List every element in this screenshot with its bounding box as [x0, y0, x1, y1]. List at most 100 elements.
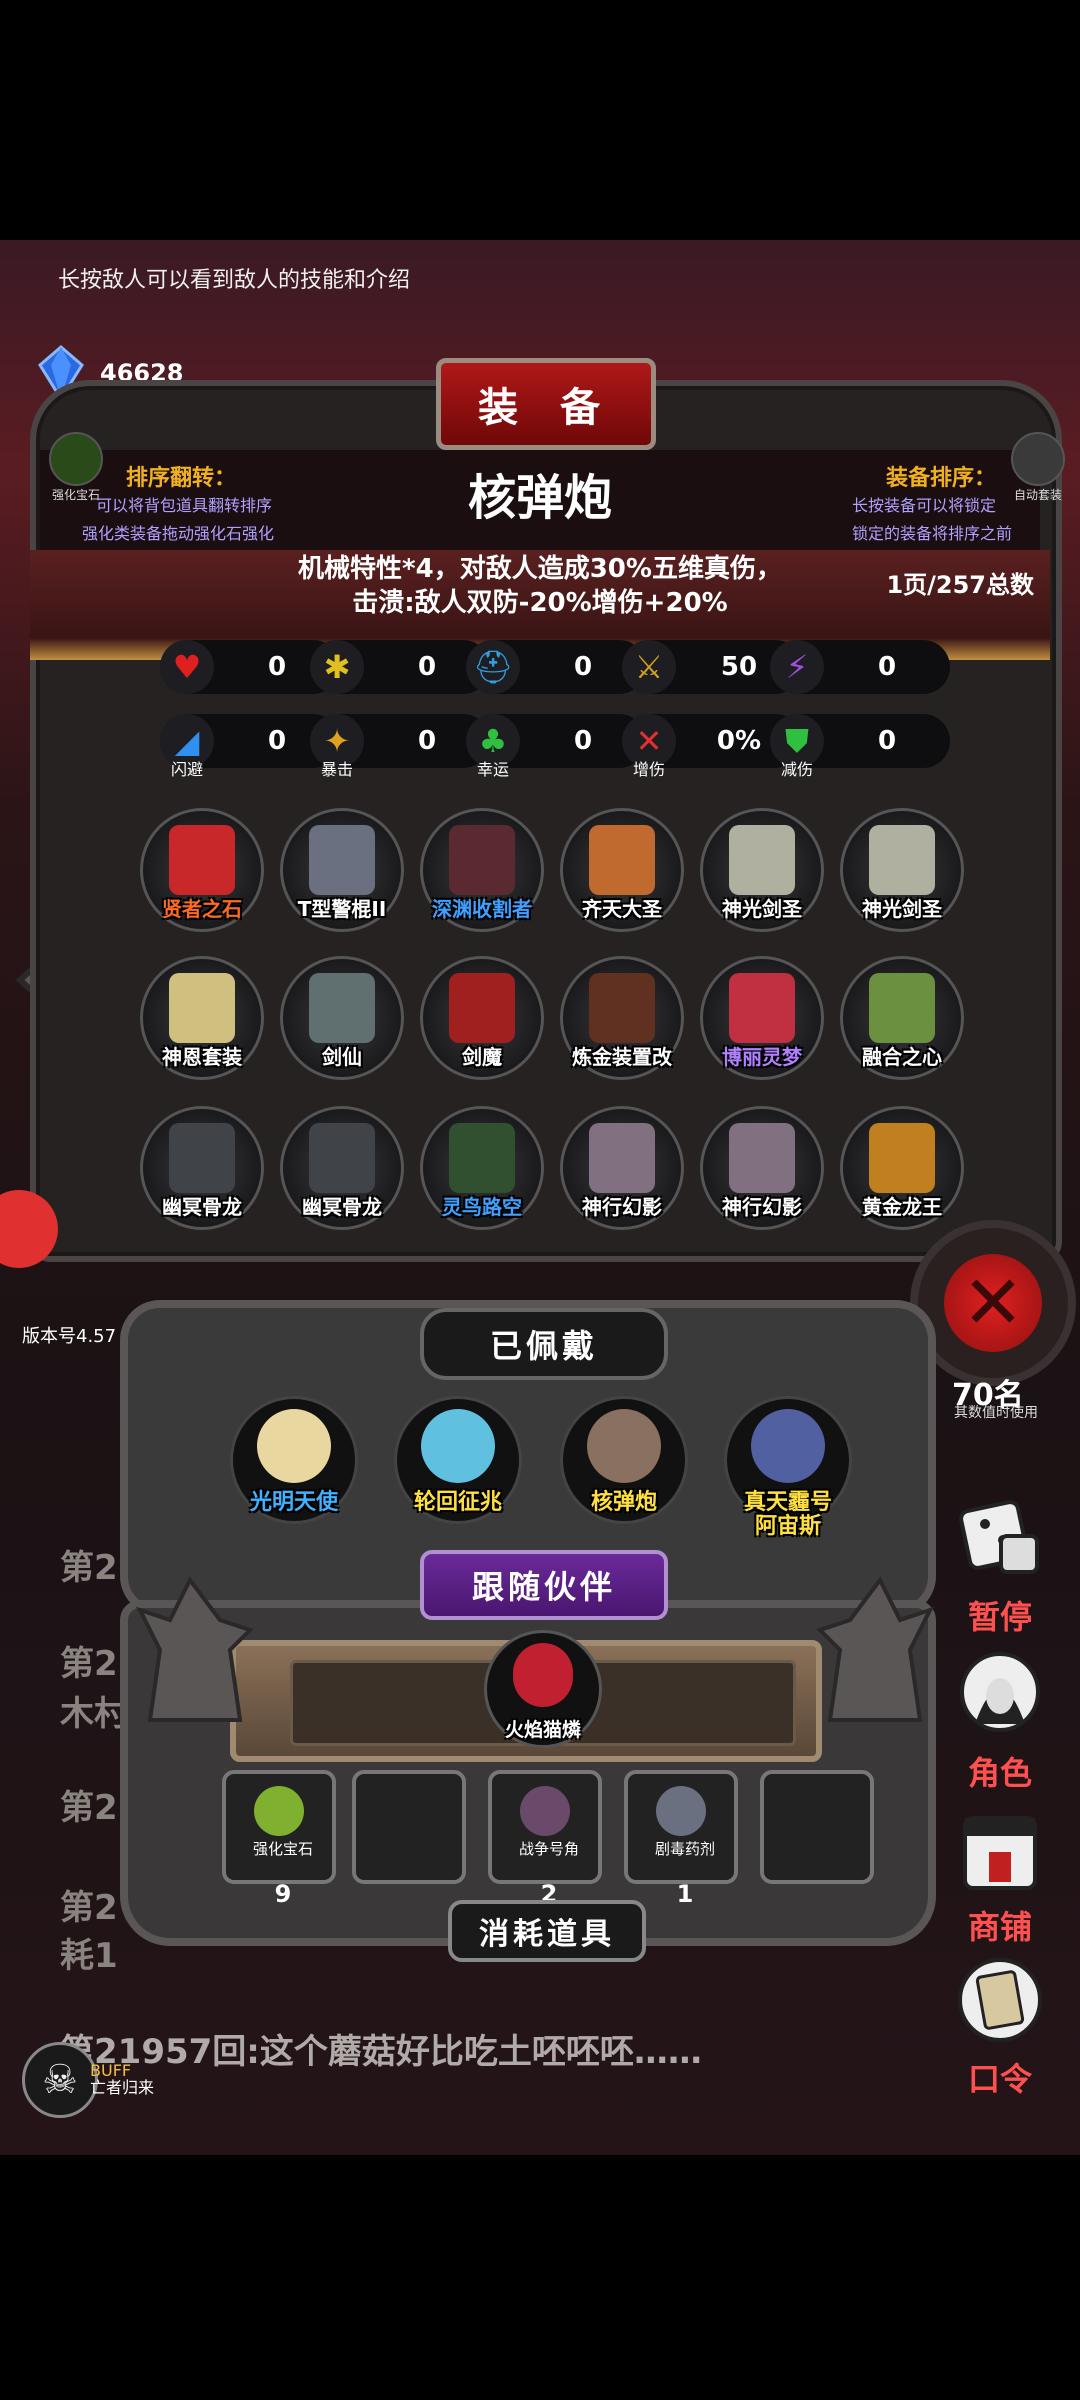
inventory-slot[interactable]: 神恩套装: [140, 956, 264, 1080]
inventory-slot[interactable]: 灵鸟路空: [420, 1106, 544, 1230]
buff-title: BUFF: [90, 2061, 132, 2080]
consumable-name: 剧毒药剂: [654, 1840, 715, 1858]
item-name: 博丽灵梦: [722, 1045, 802, 1069]
item-name: 神行幻影: [582, 1195, 662, 1219]
scroll-icon: [958, 1958, 1042, 2042]
version-label: 版本号4.57: [22, 1326, 117, 1347]
item-art: [589, 825, 655, 895]
equipped-slot[interactable]: 核弹炮: [560, 1396, 688, 1524]
consumable-qty: 9: [274, 1880, 292, 1908]
consumable-art: [520, 1786, 570, 1836]
inventory-slot[interactable]: 神行幻影: [560, 1106, 684, 1230]
inventory-slot[interactable]: 齐天大圣: [560, 808, 684, 932]
equipped-name: 真天霾号 阿宙斯: [743, 1490, 832, 1539]
dice-icon: [959, 1500, 1039, 1574]
item-art: [309, 973, 375, 1043]
stat-crit: ✦ 暴击 0: [310, 714, 490, 779]
shop-button[interactable]: 商铺: [938, 1798, 1062, 1948]
equipped-name: 光明天使: [249, 1490, 338, 1515]
item-name: 炼金装置改: [572, 1045, 672, 1069]
stat-damage-reduction: ⛊ 减伤 0: [770, 714, 950, 779]
inventory-slot[interactable]: 融合之心: [840, 956, 964, 1080]
inventory-slot[interactable]: 神行幻影: [700, 1106, 824, 1230]
companion-portrait: [513, 1643, 573, 1707]
item-art: [449, 825, 515, 895]
inventory-slot[interactable]: 神光剑圣: [700, 808, 824, 932]
clover-icon: ♣ 幸运: [466, 714, 520, 779]
crossed-swords-icon: ✕ 增伤: [622, 714, 676, 779]
log-line: 第21957回:这个蘑菇好比吃土呸呸呸……: [60, 2032, 702, 2072]
buff-text: BUFF 亡者归来: [90, 2062, 154, 2096]
item-art: [869, 825, 935, 895]
stat-luck: ♣ 幸运 0: [466, 714, 646, 779]
stat-luck-label: 幸运: [476, 760, 509, 779]
item-art: [449, 973, 515, 1043]
inventory-slot[interactable]: 炼金装置改: [560, 956, 684, 1080]
consumable-name: 强化宝石: [252, 1840, 313, 1858]
consumable-name: 战争号角: [518, 1840, 579, 1858]
log-line: 第2: [60, 1888, 118, 1928]
stat-defense: ⛑ 0: [466, 640, 646, 694]
equipped-title: 已佩戴: [420, 1308, 668, 1380]
consumable-qty: 1: [676, 1880, 694, 1908]
equipped-art: [421, 1409, 495, 1483]
log-line: 耗1: [60, 1936, 118, 1976]
inventory-slot[interactable]: 贤者之石: [140, 808, 264, 932]
equipped-name: 轮回征兆: [413, 1490, 502, 1515]
dragon-statue-right: [816, 1576, 934, 1722]
inventory-slot[interactable]: 幽冥骨龙: [140, 1106, 264, 1230]
inventory-slot[interactable]: 神光剑圣: [840, 808, 964, 932]
companion-slot[interactable]: 火焰猫燐: [484, 1630, 602, 1748]
item-name: 齐天大圣: [582, 897, 662, 921]
inventory-slot[interactable]: 博丽灵梦: [700, 956, 824, 1080]
item-art: [729, 973, 795, 1043]
inventory-slot[interactable]: T型警棍II: [280, 808, 404, 932]
stat-speed-value: 0: [877, 652, 897, 682]
equipped-slot[interactable]: 光明天使: [230, 1396, 358, 1524]
inventory-slot[interactable]: 幽冥骨龙: [280, 1106, 404, 1230]
inventory-slot[interactable]: 黄金龙王: [840, 1106, 964, 1230]
consumable-slot[interactable]: [352, 1770, 466, 1884]
stat-damage-bonus-label: 增伤: [632, 760, 665, 779]
item-art: [589, 1123, 655, 1193]
item-art: [309, 825, 375, 895]
shop-icon: [963, 1816, 1037, 1890]
pause-label: 暂停: [967, 1598, 1032, 1636]
buff-button[interactable]: ☠: [22, 2042, 98, 2118]
inventory-slot[interactable]: 深渊收割者: [420, 808, 544, 932]
log-line: 木村: [60, 1694, 128, 1734]
stat-damage-reduction-label: 减伤: [780, 760, 813, 779]
pause-button[interactable]: 暂停: [938, 1488, 1062, 1638]
item-name: 神恩套装: [162, 1045, 242, 1069]
consumable-slot[interactable]: [760, 1770, 874, 1884]
consumable-slot[interactable]: 强化宝石 9: [222, 1770, 336, 1908]
hint-text: 长按敌人可以看到敌人的技能和介绍: [58, 268, 411, 293]
equipped-slot[interactable]: 轮回征兆: [394, 1396, 522, 1524]
item-art: [169, 825, 235, 895]
inventory-slot[interactable]: 剑仙: [280, 956, 404, 1080]
character-button[interactable]: 角色: [938, 1644, 1062, 1794]
code-button[interactable]: 口令: [938, 1950, 1062, 2100]
item-name: 剑仙: [322, 1045, 362, 1069]
heart-icon: ♥: [160, 640, 214, 694]
equipped-art: [257, 1409, 331, 1483]
hooded-figure-icon: [960, 1652, 1040, 1732]
consumable-art: [254, 1786, 304, 1836]
dragon-statue-left: [136, 1576, 254, 1722]
equipped-slot[interactable]: 真天霾号 阿宙斯: [724, 1396, 852, 1539]
item-name: 贤者之石: [162, 897, 242, 921]
consumable-slot[interactable]: 战争号角 2: [488, 1770, 602, 1908]
stat-damage-reduction-value: 0: [877, 726, 897, 756]
item-name: 幽冥骨龙: [162, 1195, 242, 1219]
item-name: 黄金龙王: [862, 1195, 942, 1219]
close-icon: ✕: [944, 1254, 1042, 1352]
inventory-slot[interactable]: 剑魔: [420, 956, 544, 1080]
companion-title: 跟随伙伴: [420, 1550, 668, 1620]
strength-icon: ✱: [310, 640, 364, 694]
companion-name: 火焰猫燐: [504, 1719, 581, 1741]
item-art: [729, 1123, 795, 1193]
equipped-name: 核弹炮: [590, 1490, 657, 1515]
consumable-slot[interactable]: 剧毒药剂 1: [624, 1770, 738, 1908]
buff-name: 亡者归来: [90, 2078, 155, 2097]
selected-item-name: 核弹炮: [467, 470, 612, 526]
